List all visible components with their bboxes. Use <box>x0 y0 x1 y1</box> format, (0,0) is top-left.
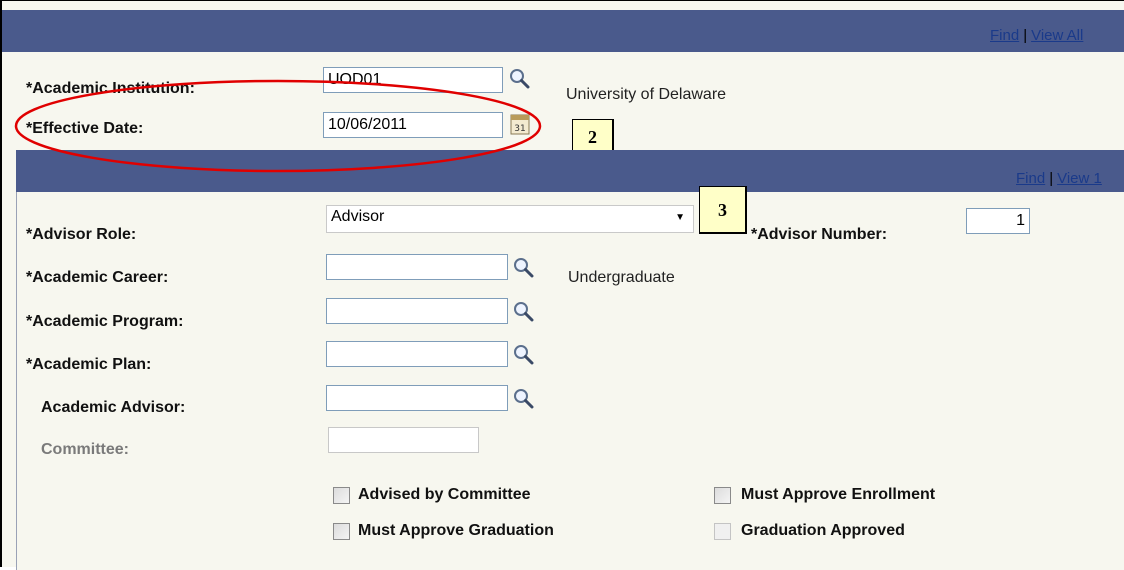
academic-career-input[interactable] <box>326 254 508 280</box>
magnifier-icon[interactable] <box>508 67 530 89</box>
academic-plan-label: *Academic Plan: <box>26 356 152 373</box>
calendar-icon[interactable]: 31 <box>510 113 530 135</box>
magnifier-icon[interactable] <box>512 387 534 409</box>
caret-down-icon: ▼ <box>675 212 685 223</box>
institution-input[interactable]: UOD01 <box>323 67 503 93</box>
panel-header-bar <box>16 150 1124 192</box>
academic-program-input[interactable] <box>326 298 508 324</box>
find-link[interactable]: Find <box>990 27 1019 44</box>
graduation-approved-label: Graduation Approved <box>741 522 905 539</box>
advisor-number-input[interactable]: 1 <box>966 208 1030 234</box>
academic-career-label: *Academic Career: <box>26 269 169 286</box>
must-approve-enrollment-label: Must Approve Enrollment <box>741 486 936 503</box>
academic-advisor-input[interactable] <box>326 385 508 411</box>
must-approve-enrollment-checkbox[interactable] <box>714 487 731 504</box>
advised-by-committee-label: Advised by Committee <box>358 486 531 503</box>
callout-3: 3 <box>699 186 747 234</box>
advisor-role-value: Advisor <box>331 208 385 225</box>
advisor-role-select[interactable]: Advisor ▼ <box>326 205 694 233</box>
must-approve-graduation-checkbox[interactable] <box>333 523 350 540</box>
committee-label: Committee: <box>41 441 130 458</box>
panel-nav: Find | View 1 <box>1016 170 1102 187</box>
nav-separator: | <box>1049 170 1054 187</box>
magnifier-icon[interactable] <box>512 300 534 322</box>
academic-advisor-label: Academic Advisor: <box>41 399 186 416</box>
effective-date-label: *Effective Date: <box>26 120 144 137</box>
effective-date-input[interactable]: 10/06/2011 <box>323 112 503 138</box>
advised-by-committee-checkbox[interactable] <box>333 487 350 504</box>
institution-label: *Academic Institution: <box>26 80 195 97</box>
advisor-role-label: *Advisor Role: <box>26 226 137 243</box>
magnifier-icon[interactable] <box>512 256 534 278</box>
advisor-number-label: *Advisor Number: <box>751 226 888 243</box>
committee-input <box>328 427 479 453</box>
must-approve-graduation-label: Must Approve Graduation <box>358 522 554 539</box>
institution-description: University of Delaware <box>566 86 727 103</box>
academic-program-label: *Academic Program: <box>26 313 184 330</box>
panel-find-link[interactable]: Find <box>1016 170 1045 187</box>
academic-career-description: Undergraduate <box>568 269 675 286</box>
magnifier-icon[interactable] <box>512 343 534 365</box>
nav-separator: | <box>1023 27 1028 44</box>
header-bar <box>2 10 1124 52</box>
top-nav: Find | View All <box>990 27 1083 44</box>
svg-text:31: 31 <box>514 124 525 134</box>
graduation-approved-checkbox <box>714 523 731 540</box>
view-1-link[interactable]: View 1 <box>1057 170 1102 187</box>
view-all-link[interactable]: View All <box>1031 27 1083 44</box>
academic-plan-input[interactable] <box>326 341 508 367</box>
